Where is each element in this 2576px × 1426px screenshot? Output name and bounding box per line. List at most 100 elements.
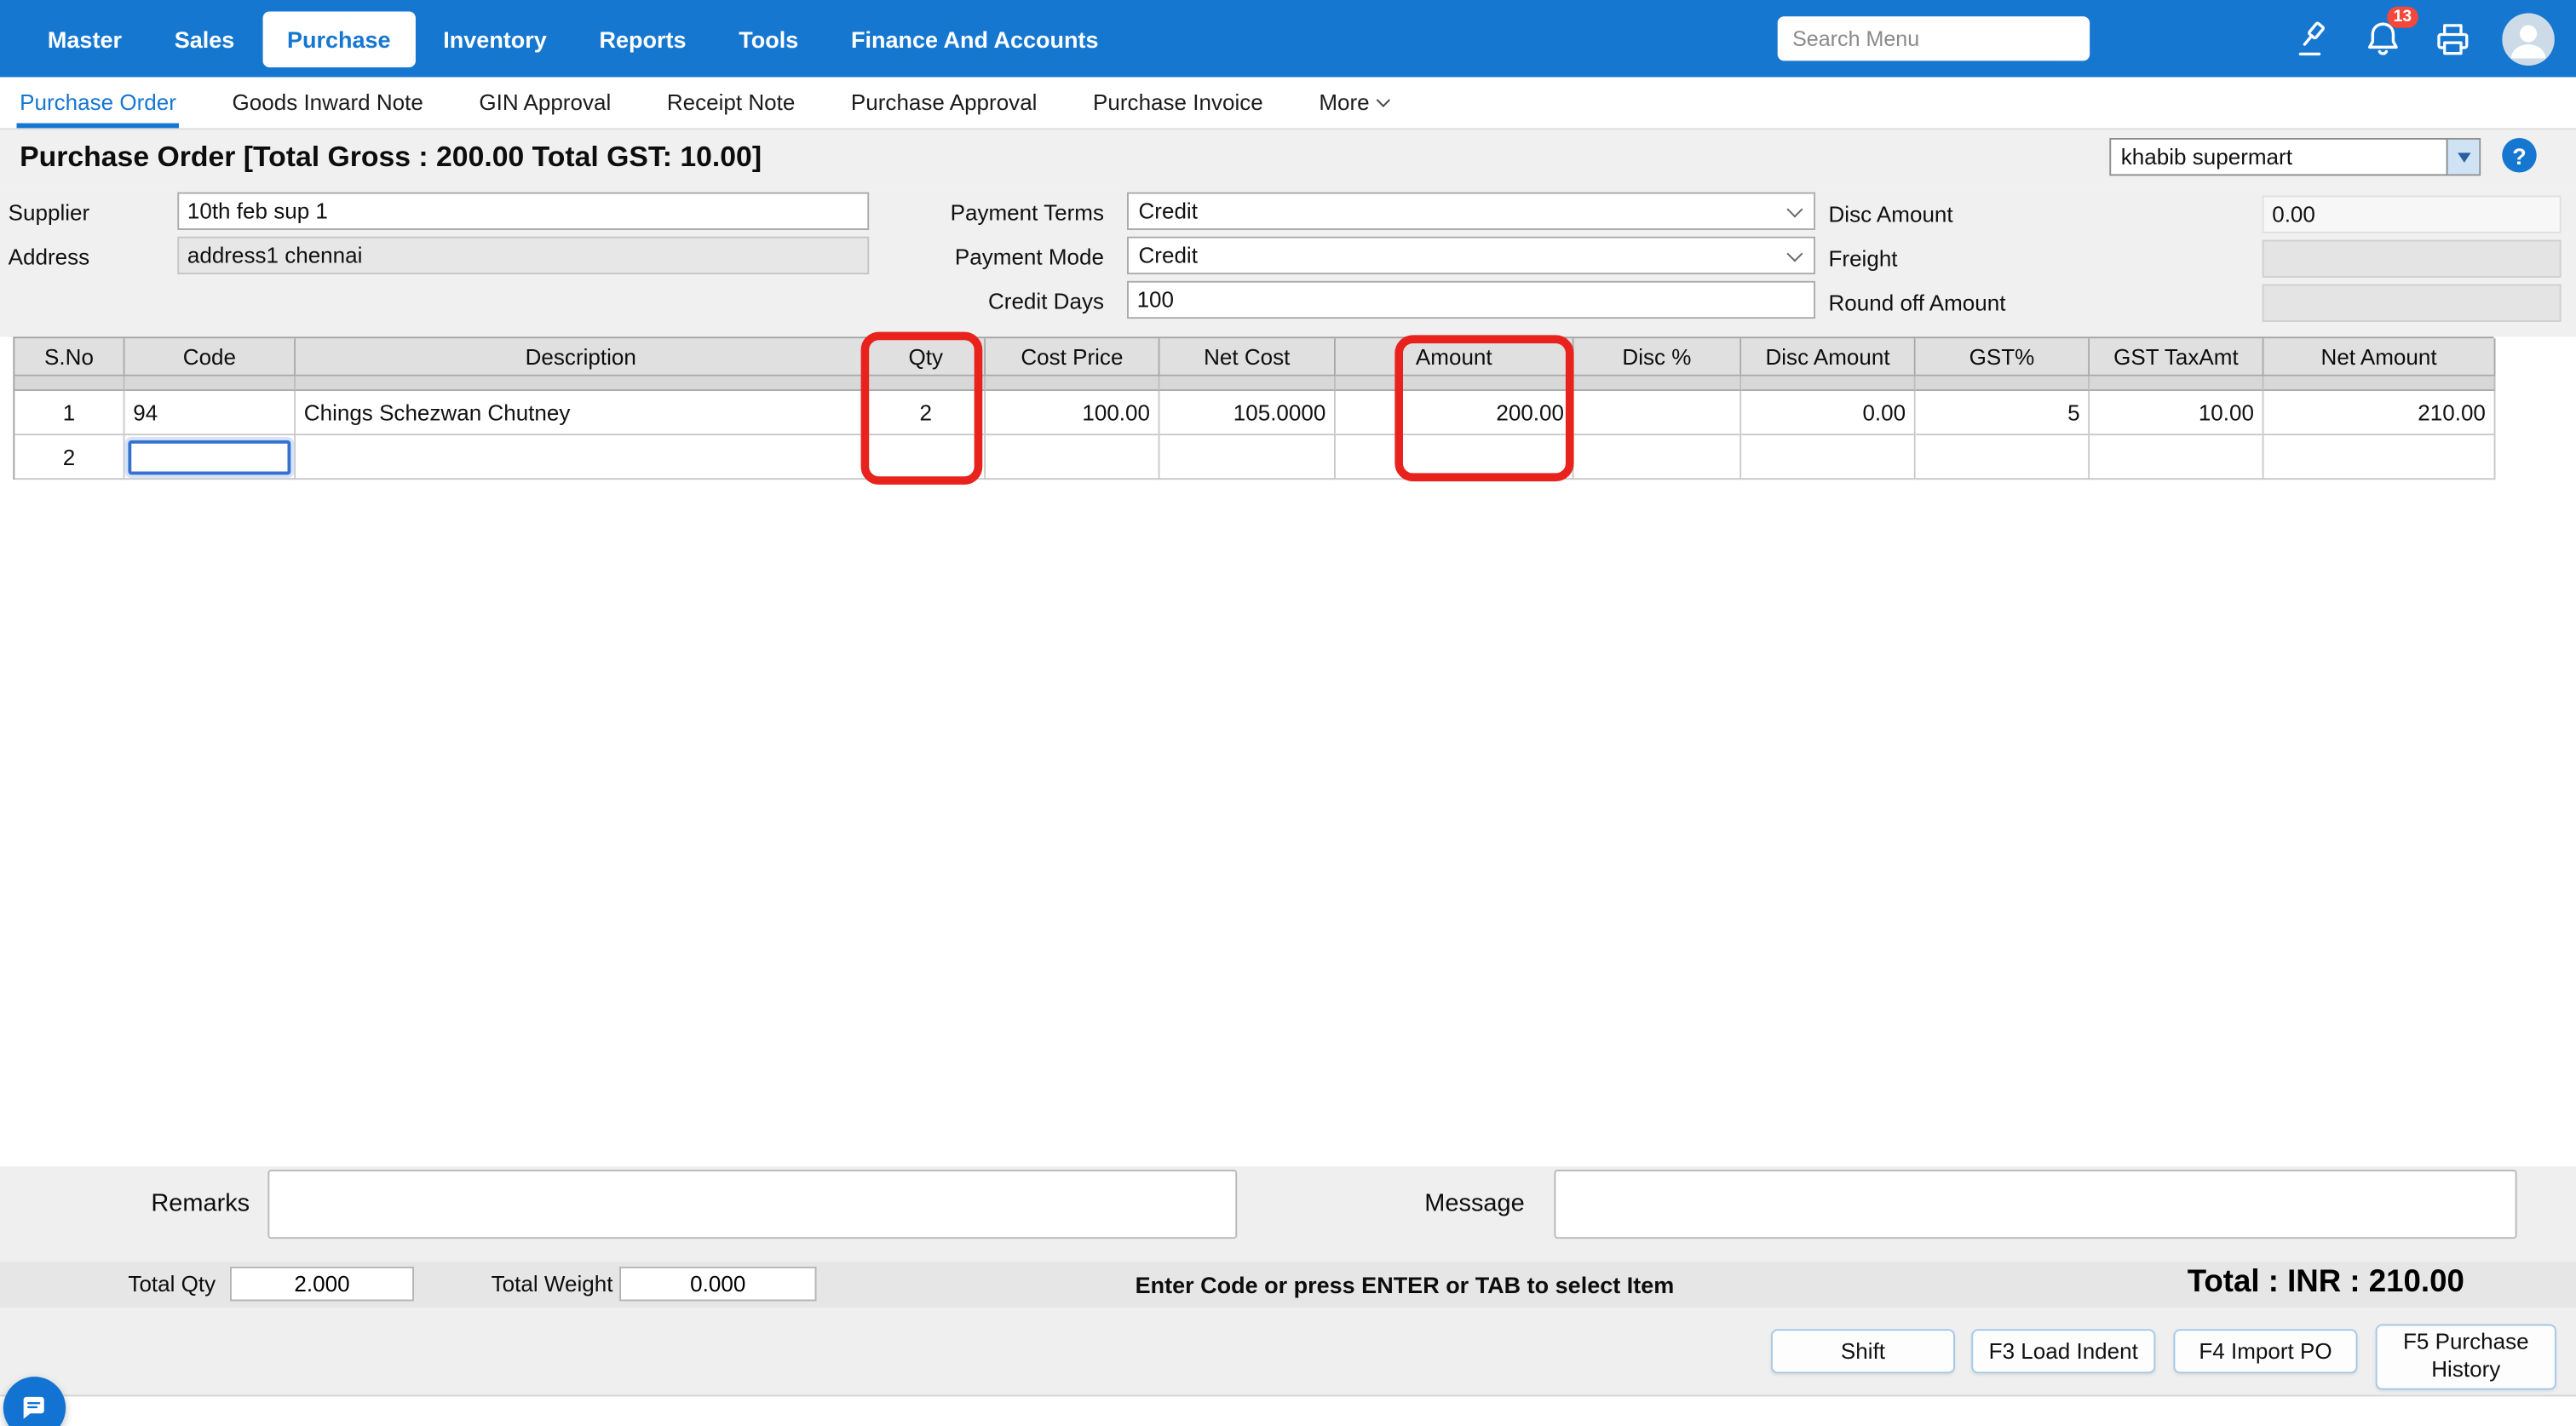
cell-net-amount: 210.00	[2264, 391, 2496, 435]
tab-gin-approval[interactable]: GIN Approval	[476, 78, 615, 129]
freight-field[interactable]	[2263, 240, 2562, 278]
col-net-amount: Net Amount	[2264, 338, 2496, 376]
tab-receipt-note[interactable]: Receipt Note	[664, 78, 798, 129]
col-net-cost: Net Cost	[1160, 338, 1336, 376]
strip-cell	[1574, 377, 1742, 391]
nav-item-inventory[interactable]: Inventory	[418, 11, 571, 67]
strip-cell	[296, 377, 867, 391]
nav-item-sales[interactable]: Sales	[150, 11, 259, 67]
code-input[interactable]	[128, 440, 290, 474]
cell-code	[125, 435, 296, 480]
cell-code: 94	[125, 391, 296, 435]
tab-purchase-invoice[interactable]: Purchase Invoice	[1090, 78, 1266, 129]
total-weight-label: Total Weight	[492, 1272, 613, 1297]
disc-amount-field[interactable]: 0.00	[2263, 195, 2562, 233]
help-button[interactable]: ?	[2502, 138, 2537, 172]
payment-mode-label: Payment Mode	[917, 244, 1104, 269]
search-input[interactable]	[1778, 16, 2090, 60]
tab-purchase-approval[interactable]: Purchase Approval	[848, 78, 1040, 129]
supplier-input[interactable]	[177, 193, 869, 230]
cell-net-cost	[1160, 435, 1336, 480]
tab-label: Purchase Invoice	[1093, 90, 1263, 115]
cell-cost-price: 100.00	[986, 391, 1159, 435]
shift-button[interactable]: Shift	[1771, 1329, 1955, 1373]
page-title: Purchase Order [Total Gross : 200.00 Tot…	[20, 140, 762, 175]
credit-days-label: Credit Days	[917, 289, 1104, 313]
f3-load-indent-button[interactable]: F3 Load Indent	[1971, 1329, 2155, 1373]
chevron-down-icon	[1786, 200, 1803, 216]
col-cost-price: Cost Price	[986, 338, 1159, 376]
tab-label: Goods Inward Note	[233, 90, 423, 115]
col-disc-amount: Disc Amount	[1741, 338, 1915, 376]
strip-cell	[1741, 377, 1915, 391]
col-gst-pct: GST%	[1916, 338, 2090, 376]
nav-item-purchase[interactable]: Purchase	[262, 11, 415, 67]
cell-gst-taxamt	[2090, 435, 2263, 480]
table-row: 1 94 Chings Schezwan Chutney 2 100.00 10…	[14, 391, 2493, 435]
tab-more[interactable]: More	[1315, 78, 1390, 129]
roundoff-field[interactable]	[2263, 285, 2562, 322]
strip-cell	[14, 377, 124, 391]
gavel-icon[interactable]	[2290, 17, 2332, 60]
payment-mode-select[interactable]: Credit	[1127, 237, 1815, 274]
col-qty: Qty	[867, 338, 986, 376]
cell-net-cost: 105.0000	[1160, 391, 1336, 435]
cell-gst-taxamt: 10.00	[2090, 391, 2263, 435]
company-dropdown[interactable]: khabib supermart	[2109, 138, 2481, 175]
strip-cell	[1160, 377, 1336, 391]
strip-cell	[1336, 377, 1574, 391]
col-disc-pct: Disc %	[1574, 338, 1742, 376]
cell-disc-pct	[1574, 435, 1742, 480]
payment-terms-select[interactable]: Credit	[1127, 193, 1815, 230]
remarks-textarea[interactable]	[267, 1170, 1237, 1239]
f5-purchase-history-button[interactable]: F5 Purchase History	[2376, 1324, 2556, 1389]
cell-sno: 2	[14, 435, 124, 480]
freight-row: Freight	[1822, 237, 2569, 281]
cell-description	[296, 435, 867, 480]
strip-cell	[986, 377, 1159, 391]
col-description: Description	[296, 338, 867, 376]
cell-net-amount	[2264, 435, 2496, 480]
nav-item-tools[interactable]: Tools	[714, 11, 823, 67]
notifications-bell-icon[interactable]: 13	[2360, 17, 2403, 60]
nav-item-finance-and-accounts[interactable]: Finance And Accounts	[826, 11, 1123, 67]
f4-import-po-button[interactable]: F4 Import PO	[2173, 1329, 2357, 1373]
footer-panel: Remarks Message Total Qty Total Weight E…	[0, 1166, 2576, 1396]
print-icon[interactable]	[2431, 17, 2474, 60]
tab-purchase-order[interactable]: Purchase Order	[16, 78, 180, 129]
roundoff-label: Round off Amount	[1822, 290, 2263, 315]
payment-terms-value: Credit	[1138, 198, 1197, 223]
cell-disc-pct	[1574, 391, 1742, 435]
supplier-label: Supplier	[9, 200, 90, 225]
company-dropdown-value: khabib supermart	[2111, 140, 2446, 175]
chevron-down-icon	[1786, 244, 1803, 261]
top-navigation: Master Sales Purchase Inventory Reports …	[0, 0, 2576, 78]
cell-amount: 200.00	[1336, 391, 1574, 435]
tab-label: Purchase Order	[20, 90, 176, 115]
message-textarea[interactable]	[1554, 1170, 2516, 1239]
company-dropdown-arrow[interactable]	[2447, 140, 2480, 175]
purchase-order-page: Master Sales Purchase Inventory Reports …	[0, 0, 2576, 1426]
cell-disc-amount	[1741, 435, 1915, 480]
tab-goods-inward-note[interactable]: Goods Inward Note	[229, 78, 427, 129]
total-qty-field[interactable]	[230, 1267, 414, 1302]
payment-terms-label: Payment Terms	[917, 200, 1104, 225]
total-weight-field[interactable]	[619, 1267, 816, 1302]
nav-item-reports[interactable]: Reports	[575, 11, 711, 67]
items-table: S.No Code Description Qty Cost Price Net…	[13, 336, 2493, 480]
triangle-down-icon	[2457, 152, 2470, 162]
credit-days-input[interactable]	[1127, 281, 1815, 319]
user-avatar[interactable]	[2502, 12, 2555, 65]
roundoff-row: Round off Amount	[1822, 281, 2569, 325]
tab-label: Receipt Note	[667, 90, 796, 115]
strip-cell	[867, 377, 986, 391]
address-field[interactable]	[177, 237, 869, 274]
table-filter-strip	[14, 377, 2493, 391]
title-bar: Purchase Order [Total Gross : 200.00 Tot…	[0, 129, 2576, 186]
nav-item-master[interactable]: Master	[23, 11, 147, 67]
tab-label: Purchase Approval	[851, 90, 1038, 115]
order-header-form: Supplier Address Payment Terms Credit Pa…	[0, 186, 2576, 336]
strip-cell	[2264, 377, 2496, 391]
charges-panel: Disc Amount 0.00 Freight Round off Amoun…	[1822, 193, 2569, 325]
grand-total-text: Total : INR : 210.00	[2188, 1265, 2464, 1301]
